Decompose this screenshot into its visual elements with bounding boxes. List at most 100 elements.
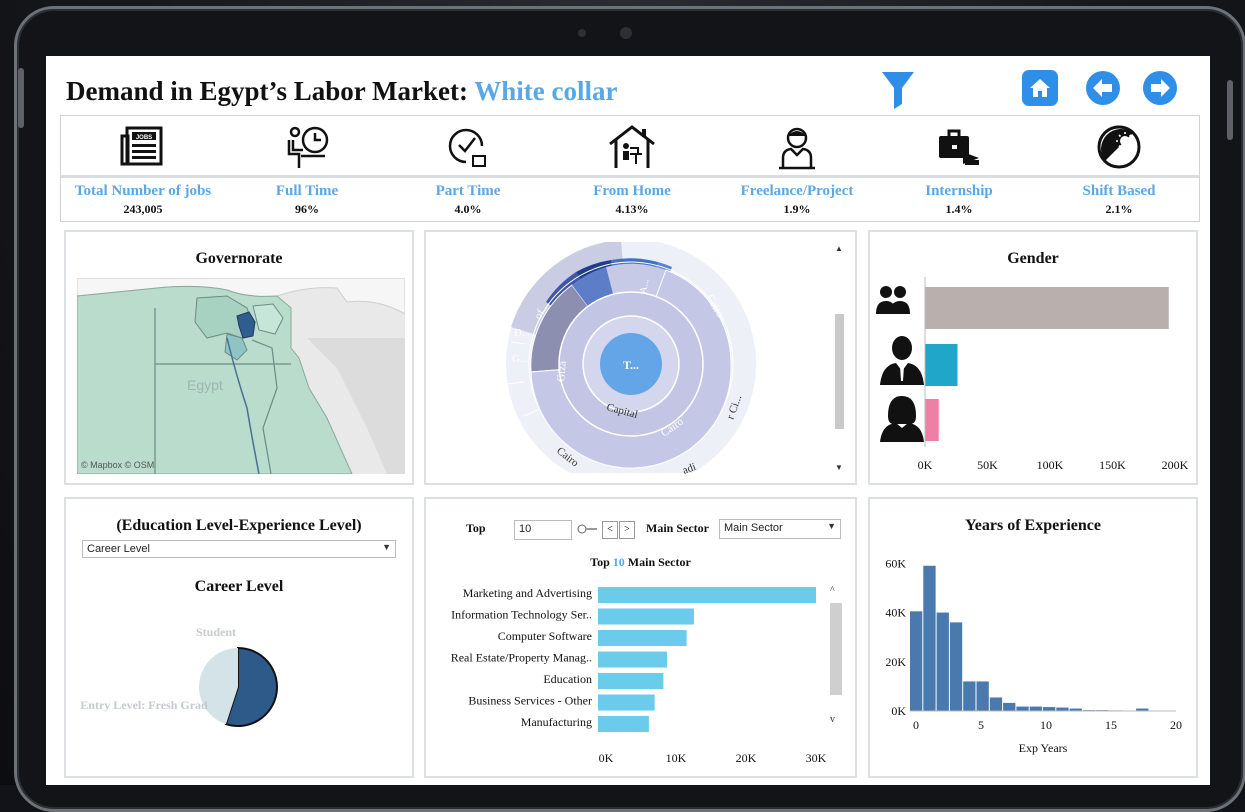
sector-bar <box>598 652 667 668</box>
experience-y-tick: 60K <box>885 556 906 570</box>
kpi-band: JOBS Total Number of jobs 243,005 Full T… <box>60 115 1200 222</box>
kpi-label: From Home <box>552 183 712 200</box>
experience-histogram[interactable]: 60K40K20K0K05101520Exp Years <box>870 499 1196 776</box>
gender-axis-tick: 200K <box>1162 458 1189 472</box>
sector-category-label: Marketing and Advertising <box>463 586 592 600</box>
sunburst-label: Giza <box>555 360 569 382</box>
sector-bar <box>598 587 816 603</box>
gender-panel: Gender 0K50K100K150K200K <box>868 230 1198 485</box>
person-clock-icon <box>283 124 331 170</box>
gender-axis-tick: 150K <box>1099 458 1126 472</box>
tablet-side-button <box>1227 80 1233 140</box>
kpi-label: Internship <box>879 183 1039 200</box>
experience-bar <box>1030 707 1042 711</box>
camera-lens <box>620 27 632 39</box>
sector-bar <box>598 673 663 689</box>
gender-bar <box>925 399 939 441</box>
sector-axis-tick: 10K <box>666 751 687 765</box>
kpi-value: 2.1% <box>1039 202 1199 217</box>
governorate-title: Governorate <box>66 250 412 268</box>
sunburst-panel: T... Cairo Giza Capital Cairo Cairo D...… <box>424 230 857 485</box>
scroll-up-icon[interactable]: ^ <box>830 585 835 596</box>
scroll-thumb[interactable] <box>835 314 844 429</box>
clock-check-icon <box>444 124 492 170</box>
kpi-from-home[interactable]: From Home 4.13% <box>552 116 712 221</box>
experience-y-tick: 40K <box>885 606 906 620</box>
sector-scrollbar[interactable]: ^ v <box>828 585 842 725</box>
sector-category-label: Information Technology Ser.. <box>451 608 592 622</box>
kpi-label: Freelance/Project <box>717 183 877 200</box>
experience-x-label: Exp Years <box>1019 741 1068 755</box>
experience-x-tick: 10 <box>1040 718 1052 732</box>
kpi-total-jobs[interactable]: JOBS Total Number of jobs 243,005 <box>63 116 223 221</box>
experience-y-tick: 20K <box>885 655 906 669</box>
experience-x-tick: 5 <box>978 718 984 732</box>
title-accent: White collar <box>474 76 617 106</box>
scroll-up-icon[interactable]: ▲ <box>835 244 843 253</box>
scroll-down-icon[interactable]: ▼ <box>835 463 843 472</box>
sector-bar <box>598 716 649 732</box>
briefcase-icon <box>935 124 983 170</box>
experience-bar <box>1016 707 1028 711</box>
forward-button[interactable] <box>1142 70 1178 106</box>
kpi-value: 243,005 <box>63 202 223 217</box>
sunburst-center-label: T... <box>623 358 639 372</box>
sector-axis-tick: 20K <box>736 751 757 765</box>
kpi-freelance[interactable]: Freelance/Project 1.9% <box>717 116 877 221</box>
experience-bar <box>910 611 922 711</box>
day-night-icon <box>1095 124 1143 170</box>
sector-axis-tick: 0K <box>599 751 614 765</box>
page-title: Demand in Egypt’s Labor Market: White co… <box>66 76 618 107</box>
kpi-value: 4.13% <box>552 202 712 217</box>
sector-axis-tick: 30K <box>806 751 827 765</box>
gender-bar <box>925 344 958 386</box>
filter-icon[interactable] <box>881 70 915 110</box>
kpi-label: Total Number of jobs <box>63 183 223 200</box>
sector-bar <box>598 695 655 711</box>
gender-axis-tick: 0K <box>918 458 933 472</box>
sector-category-label: Computer Software <box>498 629 592 643</box>
kpi-internship[interactable]: Internship 1.4% <box>879 116 1039 221</box>
gender-bar-chart[interactable]: 0K50K100K150K200K <box>870 232 1196 483</box>
kpi-part-time[interactable]: Part Time 4.0% <box>388 116 548 221</box>
experience-bar <box>990 697 1002 711</box>
sunburst-scrollbar[interactable]: ▲ ▼ <box>833 244 845 472</box>
sector-bar <box>598 630 687 646</box>
home-desk-icon <box>608 124 656 170</box>
map-country-label: Egypt <box>187 377 223 393</box>
kpi-label: Part Time <box>388 183 548 200</box>
sector-category-label: Manufacturing <box>521 715 592 729</box>
map-attribution: © Mapbox © OSM <box>81 460 154 470</box>
kpi-shift-based[interactable]: Shift Based 2.1% <box>1039 116 1199 221</box>
experience-bar <box>977 681 989 711</box>
career-pie-label: Student <box>196 625 236 639</box>
sector-category-label: Business Services - Other <box>468 694 592 708</box>
sunburst-chart[interactable]: T... Cairo Giza Capital Cairo Cairo D...… <box>426 232 826 483</box>
governorate-map[interactable]: Egypt © Mapbox © OSM <box>77 278 405 474</box>
career-panel: (Education Level-Experience Level) Caree… <box>64 497 414 778</box>
title-prefix: Demand in Egypt’s Labor Market: <box>66 76 468 106</box>
sector-category-label: Education <box>543 672 592 686</box>
kpi-full-time[interactable]: Full Time 96% <box>227 116 387 221</box>
kpi-label: Full Time <box>227 183 387 200</box>
newspaper-jobs-icon: JOBS <box>119 124 167 170</box>
experience-x-tick: 15 <box>1105 718 1117 732</box>
camera-dot <box>578 29 586 37</box>
sunburst-label: G... <box>512 353 528 365</box>
scroll-down-icon[interactable]: v <box>830 714 835 725</box>
career-pie-chart[interactable]: Student Entry Level: Fresh Grad <box>66 499 412 776</box>
scroll-thumb[interactable] <box>830 603 842 695</box>
experience-bar <box>1056 708 1068 711</box>
sector-bar-chart[interactable]: Marketing and Advertising Information Tec… <box>426 499 855 776</box>
career-pie-label: Entry Level: Fresh Grad <box>80 698 208 712</box>
back-button[interactable] <box>1085 70 1121 106</box>
home-button[interactable] <box>1022 70 1058 106</box>
experience-bar <box>963 681 975 711</box>
experience-x-tick: 0 <box>913 718 919 732</box>
kpi-value: 1.9% <box>717 202 877 217</box>
experience-bar <box>937 613 949 711</box>
freelancer-icon <box>773 124 821 170</box>
experience-y-tick: 0K <box>891 704 906 718</box>
experience-bar <box>1043 707 1055 711</box>
governorate-panel: Governorate Egypt © Mapbox © OSM <box>64 230 414 485</box>
